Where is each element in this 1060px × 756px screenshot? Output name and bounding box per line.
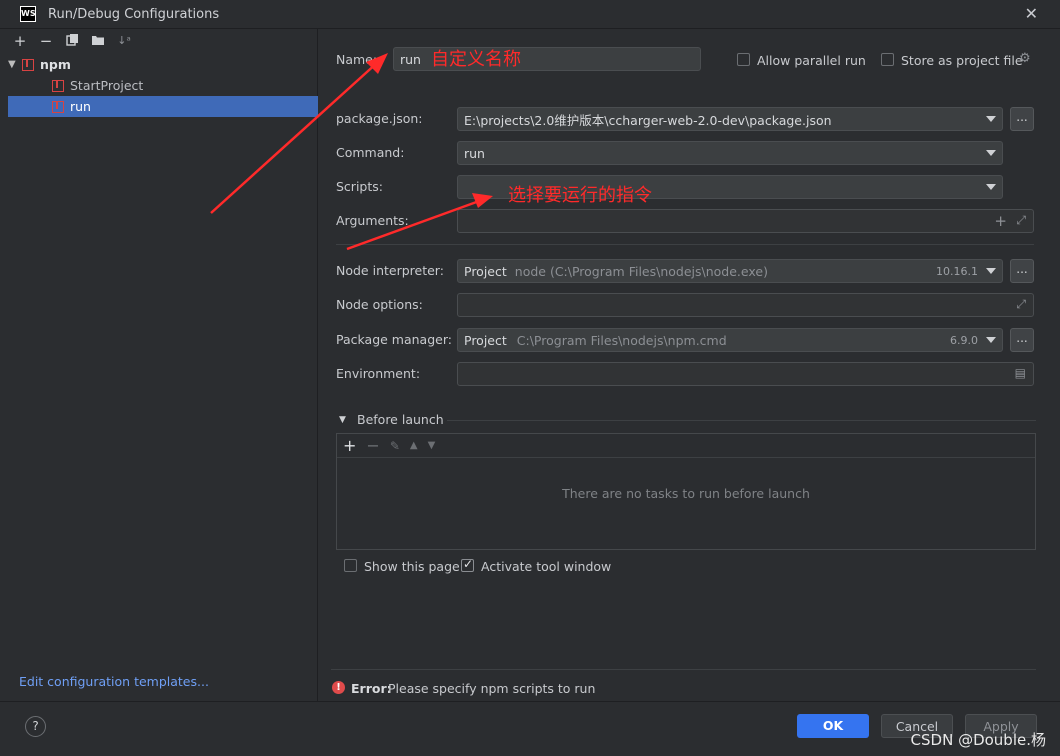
- annotation-arrow-name: [210, 61, 379, 214]
- annotation-arrows: [210, 53, 493, 251]
- dialog-footer: ? OK Cancel Apply CSDN @Double.杨: [0, 701, 1060, 756]
- ok-button[interactable]: OK: [797, 714, 869, 738]
- arrowhead-icon: [472, 193, 493, 208]
- annotation-arrow-scripts: [346, 198, 483, 251]
- help-button[interactable]: ?: [25, 716, 46, 737]
- watermark: CSDN @Double.杨: [910, 731, 1046, 749]
